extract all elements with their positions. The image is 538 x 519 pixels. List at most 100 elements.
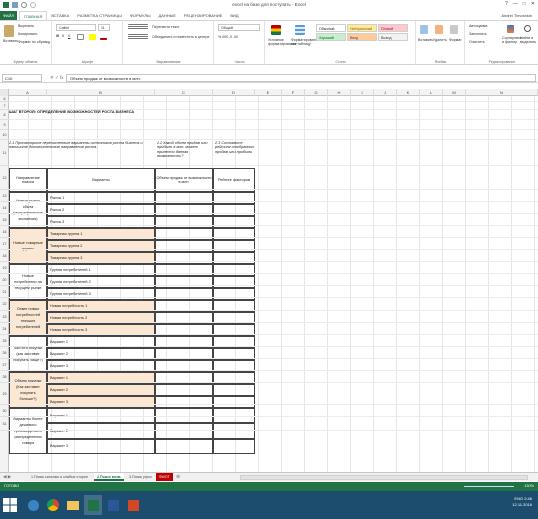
row-header[interactable]: 16 <box>0 226 9 238</box>
volume-cell[interactable] <box>155 438 213 454</box>
powerpoint-icon[interactable] <box>124 495 142 515</box>
merge-center-button[interactable]: Объединить и поместить в центре <box>152 35 209 39</box>
group-label[interactable]: Частота покупки (как заставит покупать ч… <box>9 336 47 372</box>
row-header[interactable]: 10 <box>0 130 9 140</box>
font-size-select[interactable]: 11 <box>98 24 110 31</box>
row-header[interactable]: 14 <box>0 202 9 214</box>
volume-cell[interactable] <box>155 288 213 300</box>
variant-cell[interactable]: Рынок 1 <box>47 192 155 204</box>
conditional-format-icon[interactable] <box>271 25 281 35</box>
variant-cell[interactable]: Вариант 3 <box>47 396 155 408</box>
rating-cell[interactable] <box>213 438 255 454</box>
rating-cell[interactable] <box>213 228 255 240</box>
group-label[interactable]: Варианты более дешевого производства и р… <box>9 408 47 454</box>
style-neutral[interactable]: Нейтральный <box>347 24 377 32</box>
volume-cell[interactable] <box>155 252 213 264</box>
row-header[interactable]: 18 <box>0 250 9 262</box>
column-header[interactable]: F <box>282 89 305 96</box>
sheet-tab-strengths[interactable]: 1.Поиск сильных и слабых сторон <box>28 473 91 481</box>
zoom-level[interactable]: 130% <box>524 482 534 491</box>
volume-cell[interactable] <box>155 216 213 228</box>
row-header[interactable]: 21 <box>0 286 9 298</box>
borders-icon[interactable] <box>77 34 84 40</box>
cut-button[interactable]: Вырезать <box>18 24 34 28</box>
paste-button[interactable]: Вставить <box>3 39 18 43</box>
fill-color-icon[interactable] <box>89 34 96 40</box>
row-header[interactable]: 26 <box>0 347 9 359</box>
row-header[interactable]: 20 <box>0 274 9 286</box>
name-box[interactable]: C10 <box>2 74 42 82</box>
row-header[interactable]: 17 <box>0 238 9 250</box>
user-name[interactable]: Andrei Timoshkin <box>501 11 532 20</box>
rating-cell[interactable] <box>213 384 255 396</box>
volume-cell[interactable] <box>155 276 213 288</box>
font-name-select[interactable]: Calibri <box>56 24 96 31</box>
row-header[interactable]: 24 <box>0 323 9 335</box>
worksheet-grid[interactable]: ШАГ ВТОРОЙ: ОПРЕДЕЛЕНИЕ ВОЗМОЖНОСТЕЙ РОС… <box>9 96 538 472</box>
find-select-button[interactable]: Найти и выделить <box>520 36 536 44</box>
row-header[interactable]: 19 <box>0 262 9 274</box>
conditional-format-button[interactable]: Условное форматирование <box>268 38 297 46</box>
variant-cell[interactable]: Рынок 2 <box>47 204 155 216</box>
volume-cell[interactable] <box>155 204 213 216</box>
row-header[interactable]: 8 <box>0 110 9 120</box>
volume-cell[interactable] <box>155 192 213 204</box>
column-header[interactable]: B <box>47 89 155 96</box>
format-as-table-button[interactable]: Форматировать как таблицу <box>291 38 317 46</box>
variant-cell[interactable]: Товарная группа 1 <box>47 228 155 240</box>
column-header[interactable]: K <box>397 89 420 96</box>
add-sheet-icon[interactable]: ⊕ <box>176 473 180 481</box>
bold-icon[interactable]: Ж <box>56 34 59 38</box>
rating-cell[interactable] <box>213 396 255 408</box>
rating-cell[interactable] <box>213 264 255 276</box>
column-header[interactable]: E <box>255 89 282 96</box>
volume-cell[interactable] <box>155 384 213 396</box>
rating-cell[interactable] <box>213 192 255 204</box>
autosum-button[interactable]: Автосумма <box>469 24 487 28</box>
wrap-text-button[interactable]: Перенести текст <box>152 25 180 29</box>
group-label[interactable]: Новые товарные группы <box>9 228 47 264</box>
fill-button[interactable]: Заполнить <box>469 32 487 36</box>
delete-cells-button[interactable]: Удалить <box>433 38 447 42</box>
variant-cell[interactable]: Группа потребителей 3 <box>47 288 155 300</box>
rating-cell[interactable] <box>213 252 255 264</box>
column-header[interactable]: M <box>443 89 466 96</box>
variant-cell[interactable]: Вариант 3 <box>47 438 155 454</box>
language-indicator[interactable]: ENG <box>514 496 523 501</box>
volume-cell[interactable] <box>155 264 213 276</box>
copy-button[interactable]: Копировать <box>18 32 37 36</box>
underline-icon[interactable]: Ч <box>68 34 70 38</box>
style-input[interactable]: Ввод <box>347 33 377 41</box>
sheet-nav-arrows[interactable]: ◀ ▶ <box>3 474 11 480</box>
variant-cell[interactable]: Рынок 3 <box>47 216 155 228</box>
row-header[interactable]: 15 <box>0 214 9 226</box>
group-label[interactable]: Объем покупки (Как заставит покупать бол… <box>9 372 47 408</box>
volume-cell[interactable] <box>155 240 213 252</box>
row-header[interactable]: 29 <box>0 383 9 405</box>
group-label[interactable]: Охват новых потребностей текущих потреби… <box>9 300 47 336</box>
group-label[interactable]: Новые потребители на текущем рынке <box>9 264 47 300</box>
paste-icon[interactable] <box>4 25 14 37</box>
variant-cell[interactable]: Группа потребителей 2 <box>47 276 155 288</box>
sort-filter-button[interactable]: Сортировка и фильтр <box>502 36 522 44</box>
format-cells-button[interactable]: Формат <box>449 38 462 42</box>
formula-input[interactable]: Объем продаж от возможности в млн. <box>66 74 536 82</box>
column-header[interactable]: I <box>351 89 374 96</box>
maximize-icon[interactable]: □ <box>523 1 526 7</box>
volume-cell[interactable] <box>155 396 213 408</box>
row-header[interactable]: 31 <box>0 417 9 431</box>
row-header[interactable]: 13 <box>0 190 9 202</box>
word-icon[interactable] <box>104 495 122 515</box>
find-select-icon[interactable] <box>524 25 531 32</box>
close-icon[interactable]: ✕ <box>531 1 535 7</box>
clear-button[interactable]: Очистить <box>469 40 485 44</box>
chrome-icon[interactable] <box>44 495 62 515</box>
zoom-slider[interactable] <box>464 486 514 487</box>
sheet-tab-opportunities[interactable]: 2.Поиск возм. <box>94 473 125 481</box>
insert-cells-button[interactable]: Вставить <box>418 38 433 42</box>
column-header[interactable]: C <box>155 89 213 96</box>
delete-cells-icon[interactable] <box>435 25 443 34</box>
minimize-icon[interactable]: — <box>513 1 518 7</box>
rating-cell[interactable] <box>213 288 255 300</box>
style-good[interactable]: Хороший <box>316 33 346 41</box>
